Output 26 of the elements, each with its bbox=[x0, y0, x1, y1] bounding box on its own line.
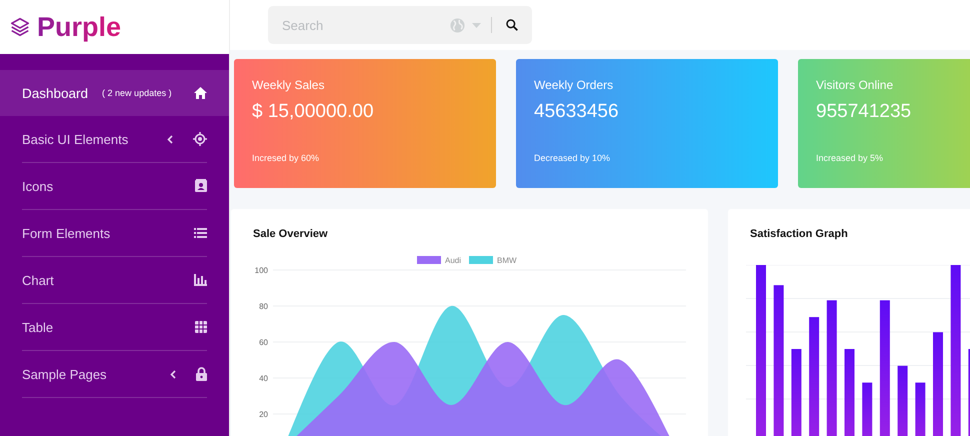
card-title: Visitors Online bbox=[816, 78, 894, 92]
chart-title: Sale Overview bbox=[253, 228, 329, 240]
axis-tick-label: 100 bbox=[254, 266, 268, 275]
card-value: 955741235 bbox=[816, 101, 912, 123]
legend-label: BMW bbox=[497, 256, 517, 265]
sidebar-item-label: Sample Pages bbox=[22, 366, 107, 382]
sidebar-item-label: Form Elements bbox=[22, 226, 110, 240]
sidebar-item-label: Chart bbox=[22, 272, 54, 288]
axis-tick-label: 40 bbox=[259, 374, 268, 383]
card-note: Increased by 5% bbox=[816, 153, 884, 163]
axis-tick-label: 60 bbox=[259, 338, 268, 347]
updates-note: ( 2 new updates ) bbox=[102, 88, 172, 98]
axis-tick-label: 20 bbox=[259, 410, 268, 419]
card-note: Incresed by 60% bbox=[252, 153, 320, 163]
legend-label: Audi bbox=[445, 256, 462, 265]
sidebar-item-label: Table bbox=[22, 320, 54, 334]
axis-tick-label: 80 bbox=[259, 302, 268, 311]
card-value: $ 15,00000.00 bbox=[252, 101, 375, 123]
chart-title: Satisfaction Graph bbox=[750, 228, 849, 240]
card-title: Weekly Orders bbox=[534, 78, 614, 92]
sidebar-item-label: Icons bbox=[22, 178, 54, 194]
sidebar-item-label: Dashboard bbox=[22, 86, 88, 100]
sidebar-item-label: Basic UI Elements bbox=[22, 132, 128, 146]
card-title: Weekly Sales bbox=[252, 78, 326, 92]
card-note: Decreased by 10% bbox=[534, 153, 612, 163]
card-value: 45633456 bbox=[534, 101, 620, 123]
